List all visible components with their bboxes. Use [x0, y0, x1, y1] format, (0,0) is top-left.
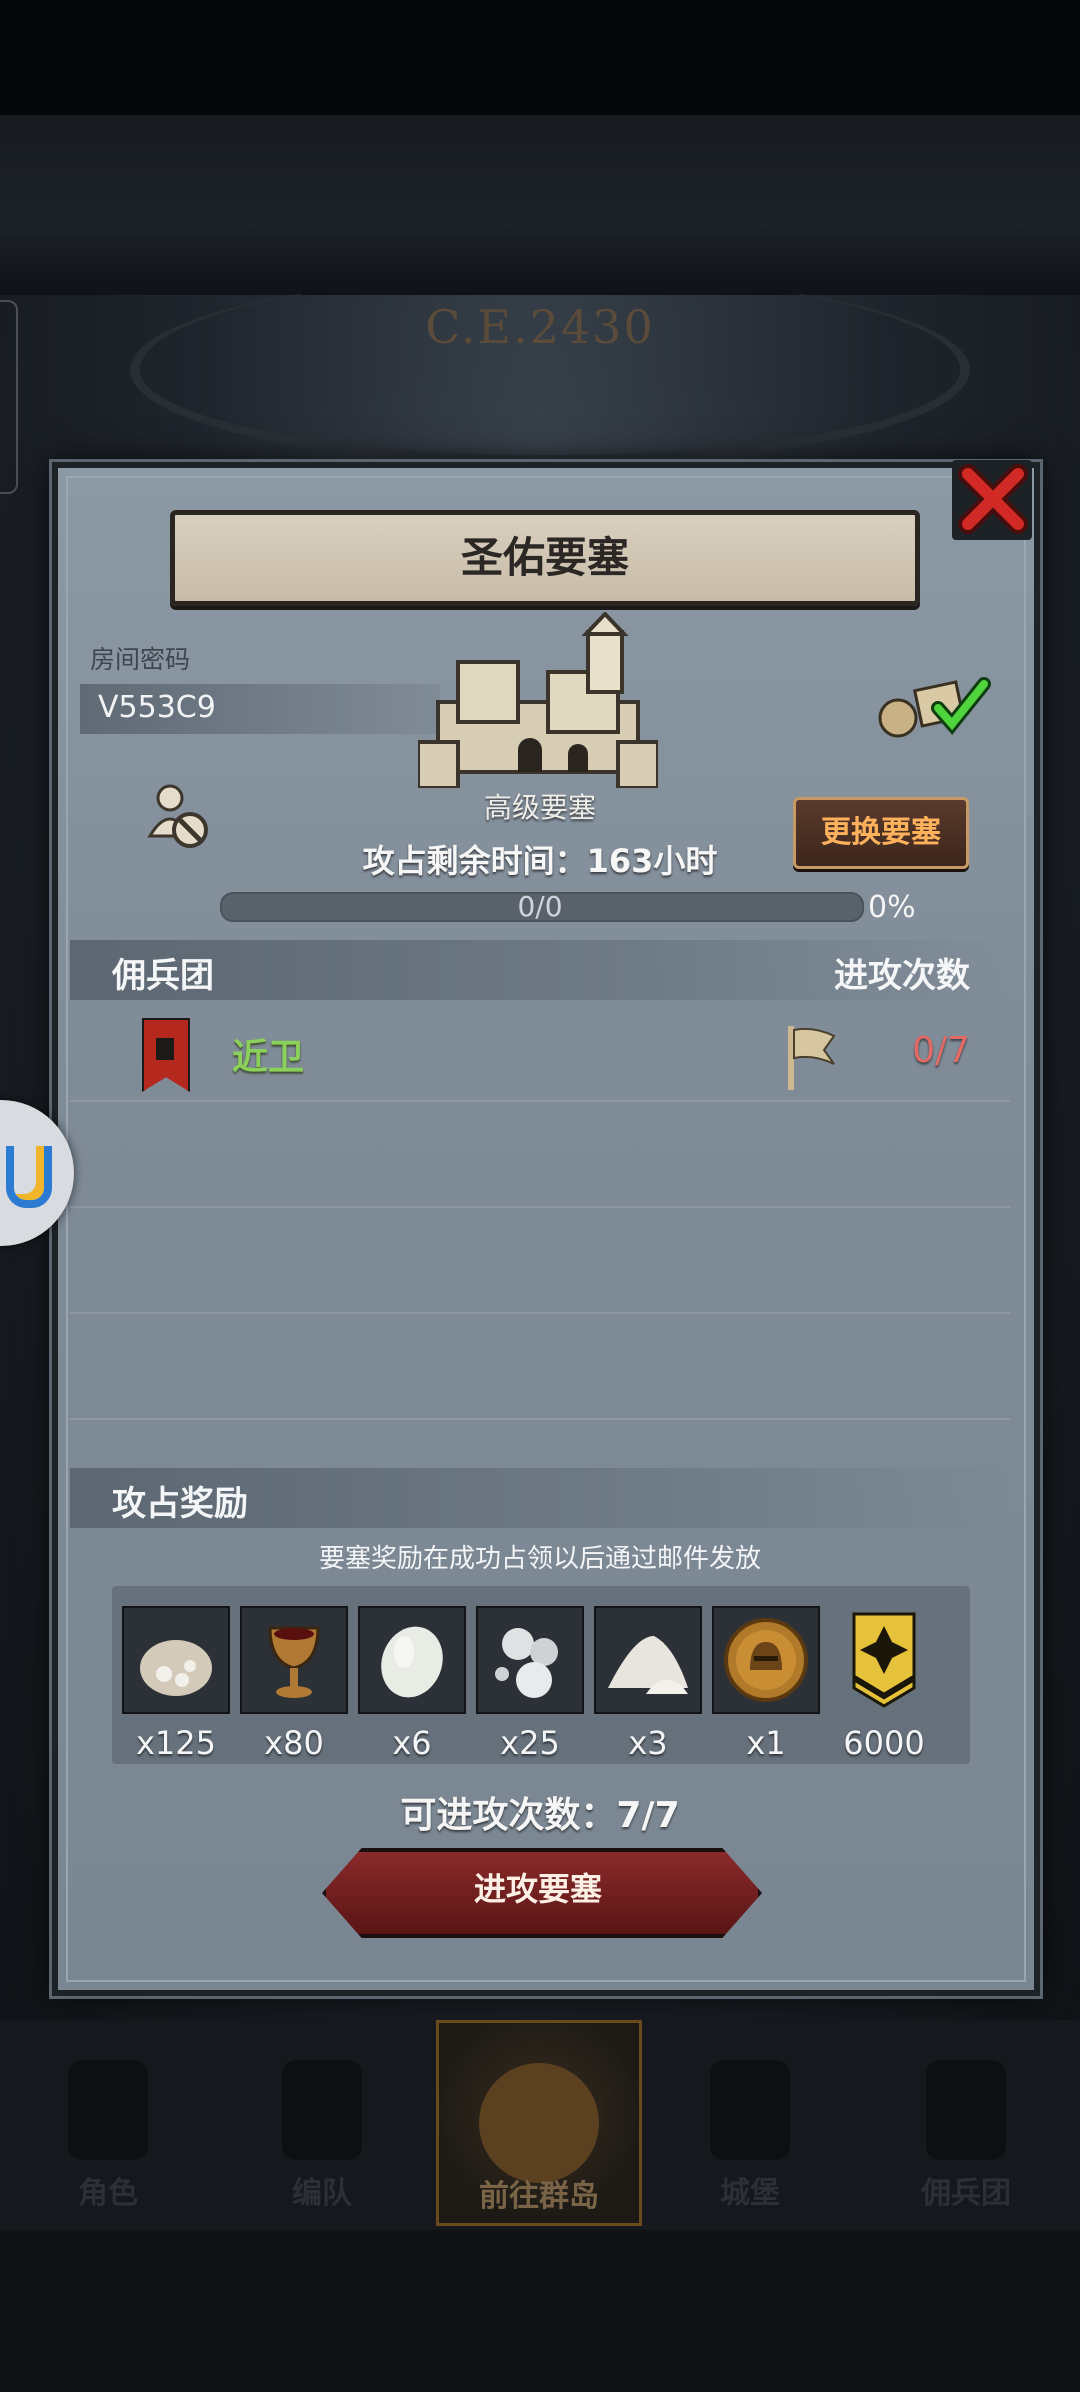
reward-item[interactable]: x80 [240, 1606, 348, 1762]
nav-label: 佣兵团 [921, 2176, 1011, 2211]
attack-count-header: 进攻次数 [834, 956, 970, 996]
reward-item[interactable]: x6 [358, 1606, 466, 1762]
stone-icon [358, 1606, 466, 1714]
reward-item[interactable]: x125 [122, 1606, 230, 1762]
dialog-title: 圣佑要塞 [460, 533, 629, 582]
reward-qty: x1 [746, 1724, 786, 1762]
nav-castle[interactable]: 城堡 [650, 2020, 850, 2220]
attack-fortress-label: 进攻要塞 [473, 1870, 602, 1908]
change-fortress-label: 更换要塞 [821, 815, 941, 850]
powder-icon [594, 1606, 702, 1714]
assistant-logo-icon [6, 1146, 52, 1208]
attack-fortress-button[interactable]: 进攻要塞 [322, 1848, 762, 1938]
room-code-label: 房间密码 [90, 645, 191, 674]
capture-timer: 攻占剩余时间：163小时 [260, 836, 820, 882]
reward-qty: x25 [500, 1724, 560, 1762]
reward-qty: 6000 [843, 1724, 925, 1762]
timer-value: 163 [586, 842, 654, 880]
bottom-bar [0, 2230, 1080, 2392]
helmet-coin-icon [712, 1606, 820, 1714]
castle-icon [710, 2060, 790, 2160]
title-banner: 圣佑要塞 [170, 510, 920, 606]
pearls-icon [476, 1606, 584, 1714]
guild-section-header: 佣兵团 进攻次数 [70, 940, 1010, 1000]
room-code: V553C9 [98, 690, 216, 725]
no-guild-icon [147, 784, 208, 848]
close-button[interactable] [952, 460, 1032, 540]
supplies-check-icon [878, 677, 991, 738]
reward-note: 要塞奖励在成功占领以后通过邮件发放 [318, 1544, 761, 1574]
bottom-nav: 角色 编队 前往群岛 城堡 佣兵团 [0, 2020, 1080, 2230]
row-divider [70, 1418, 1010, 1420]
progress-percent: 0% [868, 890, 916, 925]
nav-label: 城堡 [720, 2176, 780, 2211]
background-top [0, 115, 1080, 295]
reward-section-title: 攻占奖励 [112, 1484, 248, 1524]
nav-formation[interactable]: 编队 [222, 2020, 422, 2220]
row-divider [70, 1206, 1010, 1208]
guild-banner-icon [142, 1018, 190, 1092]
reward-item[interactable]: x25 [476, 1606, 584, 1762]
edge-handle[interactable] [0, 300, 18, 494]
helmet-icon [282, 2060, 362, 2160]
flag-icon [788, 1026, 836, 1090]
reward-section-header: 攻占奖励 [70, 1468, 1010, 1528]
timer-label: 攻占剩余时间： [362, 842, 587, 880]
status-bar [0, 0, 1080, 115]
row-divider [70, 1100, 1010, 1102]
era-label: C.E.2430 [425, 300, 655, 354]
reward-qty: x6 [392, 1724, 432, 1762]
reward-item[interactable]: 6000 [830, 1606, 938, 1762]
reward-qty: x125 [135, 1724, 216, 1762]
room-code-box: V553C9 [80, 684, 440, 734]
guild-ship-icon [926, 2060, 1006, 2160]
row-divider [70, 1312, 1010, 1314]
fortress-icon [418, 612, 658, 788]
reward-qty: x3 [628, 1724, 668, 1762]
reward-item[interactable]: x1 [712, 1606, 820, 1762]
goblet-icon [240, 1606, 348, 1714]
nav-islands[interactable]: 前往群岛 [436, 2020, 642, 2226]
guild-name: 近卫 [232, 1037, 305, 1078]
progress-text: 0/0 [517, 890, 563, 923]
knight-icon [68, 2060, 148, 2160]
compass-icon [479, 2063, 599, 2183]
reward-panel: x125 x80 x6 x25 x3 x1 6000 [112, 1586, 970, 1764]
guild-section-title: 佣兵团 [112, 956, 214, 996]
sack-icon [122, 1606, 230, 1714]
guild-attack-count: 0/7 [912, 1030, 970, 1071]
nav-label: 前往群岛 [479, 2179, 599, 2214]
attacks-remaining: 可进攻次数：7/7 [400, 1795, 680, 1836]
nav-guild[interactable]: 佣兵团 [866, 2020, 1066, 2220]
close-icon [958, 464, 1028, 534]
reward-item[interactable]: x3 [594, 1606, 702, 1762]
rank-badge-icon [830, 1606, 938, 1714]
reward-qty: x80 [264, 1724, 324, 1762]
guild-row[interactable]: 近卫 0/7 [70, 1010, 1010, 1098]
nav-label: 编队 [292, 2176, 352, 2211]
nav-label: 角色 [78, 2176, 138, 2211]
nav-character[interactable]: 角色 [8, 2020, 208, 2220]
timer-unit: 小时 [653, 842, 718, 880]
fortress-grade: 高级要塞 [483, 791, 596, 824]
